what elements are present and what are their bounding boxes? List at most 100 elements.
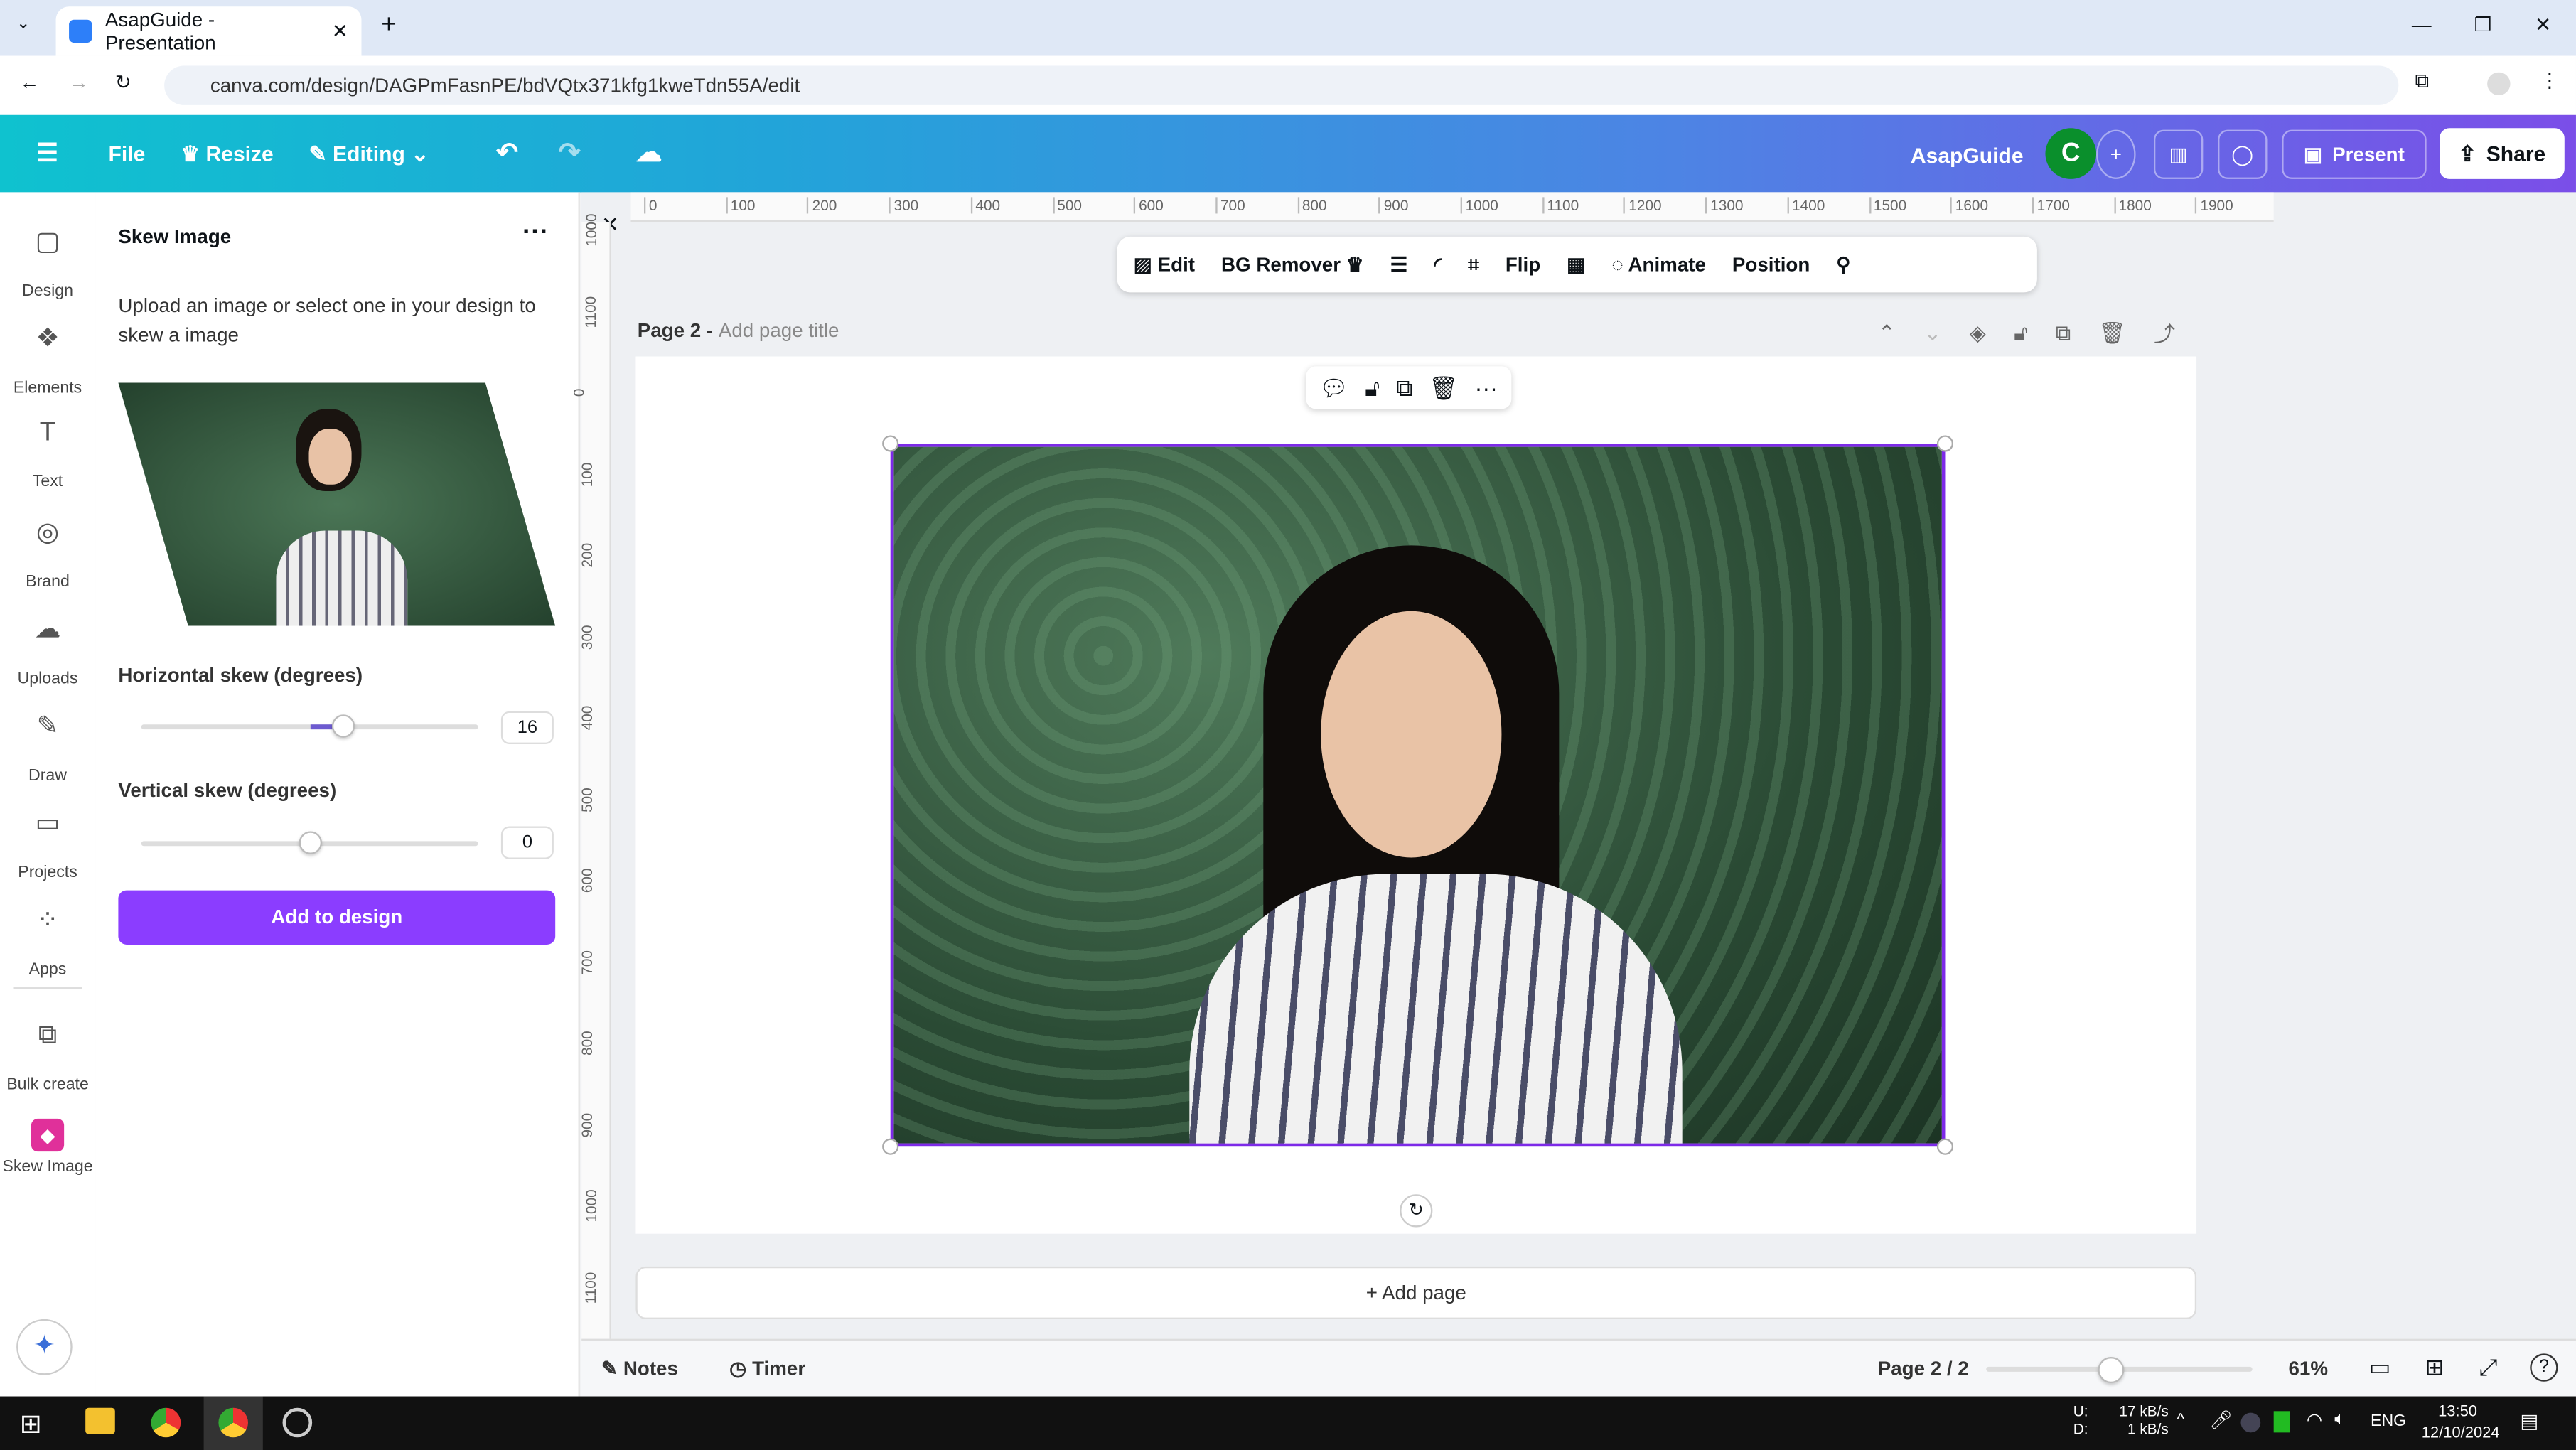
- duplicate-icon[interactable]: ⧉: [1396, 374, 1412, 402]
- active-chrome-taskbar-item[interactable]: [203, 1396, 263, 1450]
- tray-app-icon[interactable]: [2240, 1412, 2261, 1433]
- tray-app-icon-2[interactable]: [2273, 1411, 2290, 1433]
- cloud-saved-icon[interactable]: ☁: [635, 136, 662, 169]
- vertical-skew-input[interactable]: 0: [500, 826, 554, 859]
- browser-menu-icon[interactable]: ⋮: [2540, 69, 2560, 92]
- close-window-icon[interactable]: ✕: [2535, 13, 2551, 36]
- edit-image-button[interactable]: ▨ Edit: [1134, 253, 1195, 276]
- file-menu[interactable]: File: [109, 141, 146, 166]
- rail-item-skew-image[interactable]: ◆ Skew Image: [0, 1118, 95, 1176]
- page-view-icon[interactable]: ▭: [2369, 1353, 2391, 1381]
- grid-view-icon[interactable]: ⊞: [2425, 1353, 2444, 1381]
- microphone-icon[interactable]: 🎤︎: [2210, 1409, 2233, 1431]
- rail-item-apps[interactable]: ⁘ Apps: [0, 903, 95, 979]
- transparency-icon[interactable]: ▦: [1567, 253, 1585, 276]
- more-options-icon[interactable]: ···: [522, 218, 549, 248]
- page-title-input[interactable]: Add page title: [719, 318, 839, 341]
- border-style-icon[interactable]: ☰: [1390, 253, 1408, 276]
- rail-item-uploads[interactable]: ☁ Uploads: [0, 613, 95, 689]
- duplicate-page-icon[interactable]: ⧉: [2056, 320, 2071, 346]
- rail-item-projects[interactable]: ▭ Projects: [0, 807, 95, 882]
- lock-page-icon[interactable]: 🔓︎: [2014, 320, 2028, 346]
- comment-icon[interactable]: ◯: [2218, 129, 2268, 179]
- resize-button[interactable]: ♛ Resize: [181, 141, 274, 168]
- team-name[interactable]: AsapGuide: [1911, 143, 2024, 168]
- windows-start-icon[interactable]: ⊞: [20, 1408, 42, 1441]
- obs-icon[interactable]: [282, 1407, 313, 1438]
- help-icon[interactable]: ?: [2530, 1353, 2558, 1382]
- extensions-icon[interactable]: ⧉: [2415, 69, 2429, 94]
- new-tab-icon[interactable]: +: [381, 11, 397, 41]
- more-icon[interactable]: ···: [1475, 375, 1498, 401]
- resize-handle-tr[interactable]: [1936, 435, 1954, 452]
- delete-icon[interactable]: 🗑︎: [1429, 374, 1458, 402]
- rail-item-bulk-create[interactable]: ⧉ Bulk create: [0, 1022, 95, 1095]
- skew-preview-image[interactable]: [118, 382, 556, 626]
- horizontal-skew-input[interactable]: 16: [500, 711, 554, 744]
- page-indicator[interactable]: Page 2 / 2: [1878, 1357, 1969, 1380]
- minimize-icon[interactable]: —: [2412, 13, 2432, 36]
- browser-tab[interactable]: AsapGuide - Presentation ✕: [55, 6, 362, 56]
- rail-item-design[interactable]: ▢ Design: [0, 225, 95, 301]
- animate-button[interactable]: ◌ Animate: [1611, 253, 1706, 276]
- crop-icon[interactable]: ⌗: [1468, 252, 1479, 277]
- add-page-button[interactable]: + Add page: [635, 1266, 2197, 1319]
- restore-icon[interactable]: ❐: [2474, 13, 2492, 36]
- notes-button[interactable]: ✎ Notes: [601, 1357, 678, 1380]
- resize-label: Resize: [205, 141, 274, 166]
- forward-icon[interactable]: →: [69, 70, 89, 93]
- avatar[interactable]: C: [2045, 128, 2097, 179]
- lock-icon[interactable]: 🔓︎: [1365, 374, 1380, 402]
- rail-item-draw[interactable]: ✎ Draw: [0, 709, 95, 785]
- present-button[interactable]: ▣ Present: [2282, 129, 2427, 179]
- language-indicator[interactable]: ENG: [2371, 1413, 2406, 1431]
- corner-rounding-icon[interactable]: ◜: [1434, 253, 1442, 276]
- editing-dropdown[interactable]: ✎ Editing ⌄: [309, 141, 429, 168]
- fullscreen-icon[interactable]: ⤢: [2479, 1353, 2498, 1381]
- zoom-slider[interactable]: [1986, 1357, 2253, 1384]
- chrome-icon[interactable]: [151, 1407, 181, 1438]
- comment-add-icon[interactable]: 💬︎: [1319, 374, 1348, 402]
- tab-list-icon[interactable]: ⌄: [16, 15, 30, 33]
- rail-item-text[interactable]: T Text: [0, 419, 95, 491]
- share-button[interactable]: ⇪ Share: [2440, 128, 2565, 179]
- volume-icon[interactable]: 🔈︎: [2334, 1409, 2345, 1431]
- rail-item-elements[interactable]: ❖ Elements: [0, 322, 95, 398]
- rotate-handle-icon[interactable]: ↻: [1400, 1194, 1433, 1228]
- menu-icon[interactable]: ☰: [36, 138, 58, 167]
- zoom-level[interactable]: 61%: [2289, 1357, 2329, 1380]
- notifications-icon[interactable]: ▤: [2520, 1409, 2538, 1432]
- back-icon[interactable]: ←: [20, 70, 40, 93]
- resize-handle-tl[interactable]: [882, 435, 899, 452]
- selected-photo[interactable]: [890, 444, 1946, 1147]
- vertical-skew-slider[interactable]: [141, 831, 478, 854]
- redo-icon[interactable]: ↷: [559, 136, 581, 169]
- timer-button[interactable]: ◷ Timer: [729, 1357, 805, 1380]
- page-up-icon[interactable]: ⌃: [1878, 320, 1896, 346]
- copy-style-icon[interactable]: ⚲: [1836, 253, 1850, 276]
- url-input[interactable]: canva.com/design/DAGPmFasnPE/bdVQtx371kf…: [164, 65, 2399, 105]
- rail-item-brand[interactable]: ◎ Brand: [0, 516, 95, 591]
- add-collaborator-button[interactable]: +: [2096, 129, 2136, 179]
- file-explorer-icon[interactable]: [85, 1407, 115, 1434]
- horizontal-skew-slider[interactable]: [141, 714, 478, 738]
- page-down-icon[interactable]: ⌄: [1923, 320, 1941, 346]
- delete-page-icon[interactable]: 🗑︎: [2099, 320, 2126, 346]
- bg-remover-button[interactable]: BG Remover ♛: [1221, 253, 1364, 276]
- flip-button[interactable]: Flip: [1506, 253, 1540, 276]
- analytics-icon[interactable]: ▥: [2153, 129, 2204, 179]
- add-to-design-button[interactable]: Add to design: [118, 890, 556, 945]
- close-tab-icon[interactable]: ✕: [332, 20, 348, 43]
- add-page-icon[interactable]: ⤴: [2154, 317, 2175, 348]
- undo-icon[interactable]: ↶: [496, 136, 518, 169]
- magic-assistant-icon[interactable]: ✦: [16, 1319, 73, 1375]
- resize-handle-br[interactable]: [1936, 1138, 1954, 1155]
- clock[interactable]: 13:50 12/10/2024: [2422, 1401, 2500, 1444]
- reload-icon[interactable]: ↻: [115, 70, 132, 93]
- tray-expand-icon[interactable]: ^: [2177, 1411, 2184, 1429]
- hide-page-icon[interactable]: ◈: [1970, 320, 1986, 346]
- profile-icon[interactable]: [2487, 72, 2511, 96]
- wifi-icon[interactable]: ◠: [2307, 1409, 2322, 1431]
- position-button[interactable]: Position: [1732, 253, 1810, 276]
- resize-handle-bl[interactable]: [882, 1138, 899, 1155]
